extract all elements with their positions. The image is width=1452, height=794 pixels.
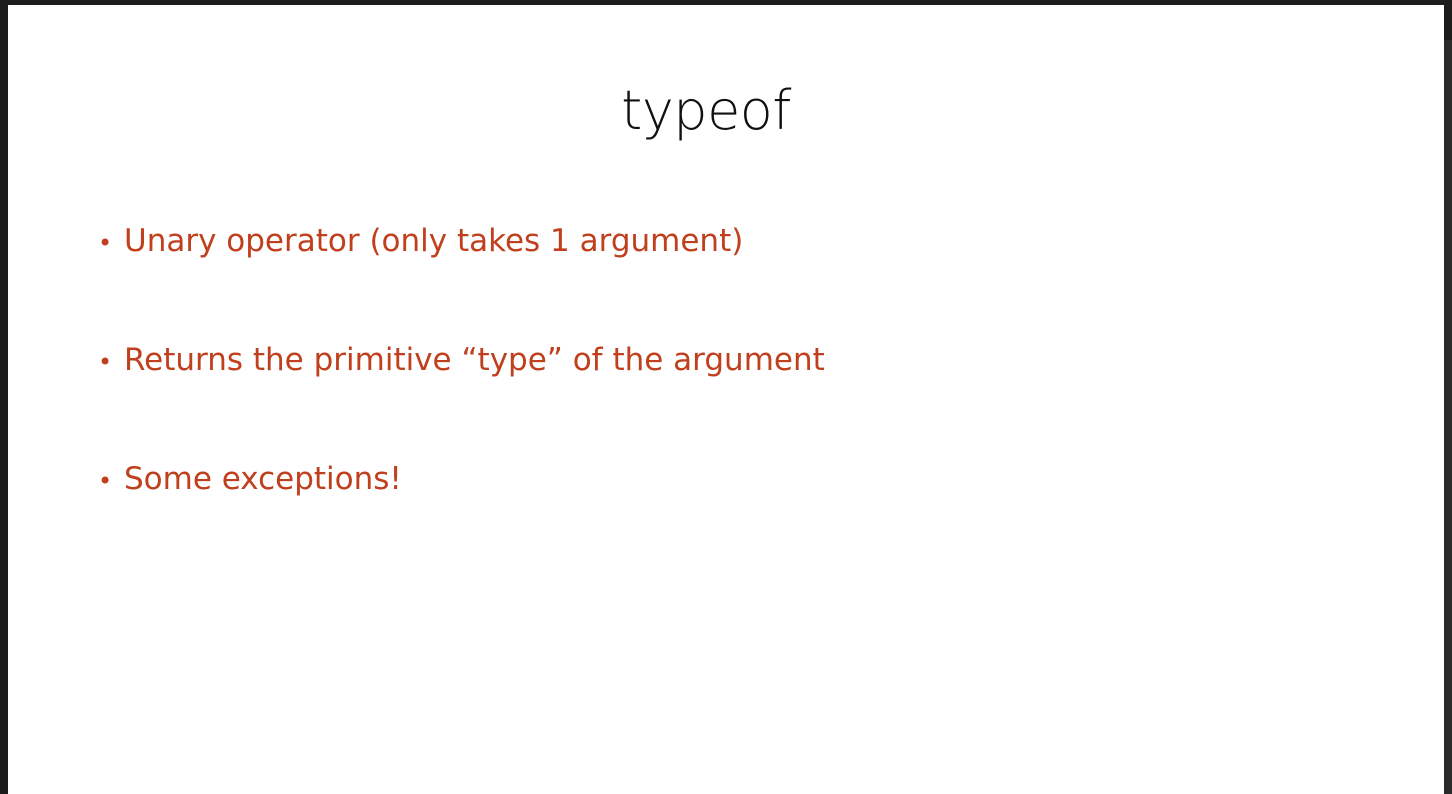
list-item: • Returns the primitive “type” of the ar… [98, 342, 825, 461]
bullet-icon: • [98, 348, 113, 376]
bullet-text: Some exceptions! [124, 461, 402, 497]
slide: typeof • Unary operator (only takes 1 ar… [8, 5, 1444, 794]
bullet-text: Returns the primitive “type” of the argu… [124, 342, 825, 378]
bullet-icon: • [98, 229, 113, 257]
slide-title: typeof [621, 79, 791, 142]
list-item: • Unary operator (only takes 1 argument) [98, 223, 825, 342]
bullet-list: • Unary operator (only takes 1 argument)… [98, 223, 825, 580]
bullet-text: Unary operator (only takes 1 argument) [124, 223, 744, 259]
list-item: • Some exceptions! [98, 461, 825, 580]
presentation-frame: typeof • Unary operator (only takes 1 ar… [0, 0, 1452, 794]
bullet-icon: • [98, 467, 113, 495]
frame-edge [1444, 40, 1452, 794]
